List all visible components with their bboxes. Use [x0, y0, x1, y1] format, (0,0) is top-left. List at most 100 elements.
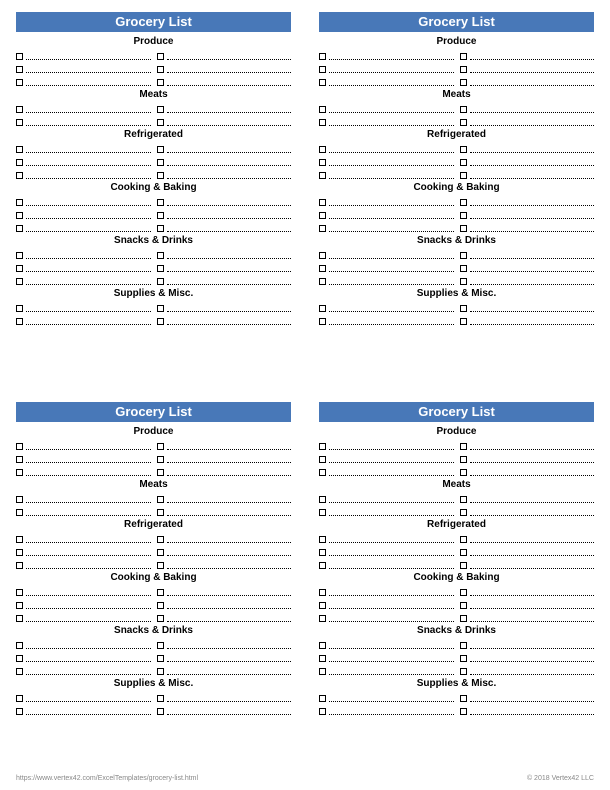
checkbox[interactable] — [319, 146, 326, 153]
checkbox[interactable] — [319, 562, 326, 569]
checkbox[interactable] — [319, 225, 326, 232]
checkbox[interactable] — [157, 509, 164, 516]
checkbox[interactable] — [157, 53, 164, 60]
checkbox[interactable] — [157, 456, 164, 463]
checkbox[interactable] — [460, 172, 467, 179]
checkbox[interactable] — [16, 252, 23, 259]
checkbox[interactable] — [319, 106, 326, 113]
checkbox[interactable] — [16, 443, 23, 450]
checkbox[interactable] — [157, 496, 164, 503]
checkbox[interactable] — [157, 225, 164, 232]
checkbox[interactable] — [460, 79, 467, 86]
checkbox[interactable] — [460, 66, 467, 73]
checkbox[interactable] — [460, 146, 467, 153]
checkbox[interactable] — [157, 615, 164, 622]
checkbox[interactable] — [319, 305, 326, 312]
checkbox[interactable] — [460, 469, 467, 476]
checkbox[interactable] — [157, 655, 164, 662]
checkbox[interactable] — [157, 106, 164, 113]
checkbox[interactable] — [319, 252, 326, 259]
checkbox[interactable] — [460, 496, 467, 503]
checkbox[interactable] — [16, 562, 23, 569]
checkbox[interactable] — [157, 119, 164, 126]
checkbox[interactable] — [157, 305, 164, 312]
checkbox[interactable] — [319, 549, 326, 556]
checkbox[interactable] — [460, 225, 467, 232]
checkbox[interactable] — [16, 172, 23, 179]
checkbox[interactable] — [319, 265, 326, 272]
checkbox[interactable] — [460, 562, 467, 569]
checkbox[interactable] — [319, 615, 326, 622]
checkbox[interactable] — [319, 589, 326, 596]
checkbox[interactable] — [157, 199, 164, 206]
checkbox[interactable] — [16, 53, 23, 60]
checkbox[interactable] — [319, 496, 326, 503]
checkbox[interactable] — [16, 146, 23, 153]
checkbox[interactable] — [319, 536, 326, 543]
checkbox[interactable] — [460, 53, 467, 60]
checkbox[interactable] — [157, 536, 164, 543]
checkbox[interactable] — [319, 708, 326, 715]
checkbox[interactable] — [157, 668, 164, 675]
checkbox[interactable] — [319, 655, 326, 662]
checkbox[interactable] — [460, 443, 467, 450]
checkbox[interactable] — [157, 212, 164, 219]
checkbox[interactable] — [319, 66, 326, 73]
checkbox[interactable] — [157, 79, 164, 86]
checkbox[interactable] — [460, 668, 467, 675]
checkbox[interactable] — [157, 252, 164, 259]
checkbox[interactable] — [460, 212, 467, 219]
checkbox[interactable] — [319, 668, 326, 675]
checkbox[interactable] — [319, 212, 326, 219]
checkbox[interactable] — [460, 252, 467, 259]
checkbox[interactable] — [16, 549, 23, 556]
checkbox[interactable] — [319, 53, 326, 60]
checkbox[interactable] — [460, 305, 467, 312]
checkbox[interactable] — [319, 456, 326, 463]
checkbox[interactable] — [319, 278, 326, 285]
checkbox[interactable] — [319, 172, 326, 179]
checkbox[interactable] — [319, 642, 326, 649]
checkbox[interactable] — [16, 265, 23, 272]
checkbox[interactable] — [16, 615, 23, 622]
checkbox[interactable] — [460, 589, 467, 596]
checkbox[interactable] — [16, 79, 23, 86]
checkbox[interactable] — [16, 106, 23, 113]
checkbox[interactable] — [460, 265, 467, 272]
checkbox[interactable] — [16, 278, 23, 285]
checkbox[interactable] — [460, 695, 467, 702]
checkbox[interactable] — [319, 443, 326, 450]
checkbox[interactable] — [319, 199, 326, 206]
checkbox[interactable] — [319, 119, 326, 126]
checkbox[interactable] — [16, 318, 23, 325]
checkbox[interactable] — [157, 708, 164, 715]
checkbox[interactable] — [460, 456, 467, 463]
checkbox[interactable] — [16, 708, 23, 715]
checkbox[interactable] — [16, 668, 23, 675]
checkbox[interactable] — [16, 695, 23, 702]
checkbox[interactable] — [460, 278, 467, 285]
checkbox[interactable] — [460, 549, 467, 556]
checkbox[interactable] — [460, 536, 467, 543]
checkbox[interactable] — [157, 66, 164, 73]
checkbox[interactable] — [157, 146, 164, 153]
checkbox[interactable] — [460, 655, 467, 662]
checkbox[interactable] — [319, 159, 326, 166]
checkbox[interactable] — [16, 602, 23, 609]
checkbox[interactable] — [16, 642, 23, 649]
checkbox[interactable] — [460, 106, 467, 113]
checkbox[interactable] — [157, 602, 164, 609]
checkbox[interactable] — [16, 225, 23, 232]
checkbox[interactable] — [16, 496, 23, 503]
checkbox[interactable] — [16, 589, 23, 596]
checkbox[interactable] — [16, 212, 23, 219]
checkbox[interactable] — [157, 642, 164, 649]
checkbox[interactable] — [460, 708, 467, 715]
checkbox[interactable] — [157, 278, 164, 285]
checkbox[interactable] — [157, 318, 164, 325]
checkbox[interactable] — [157, 469, 164, 476]
checkbox[interactable] — [460, 602, 467, 609]
checkbox[interactable] — [16, 66, 23, 73]
checkbox[interactable] — [460, 642, 467, 649]
checkbox[interactable] — [460, 199, 467, 206]
